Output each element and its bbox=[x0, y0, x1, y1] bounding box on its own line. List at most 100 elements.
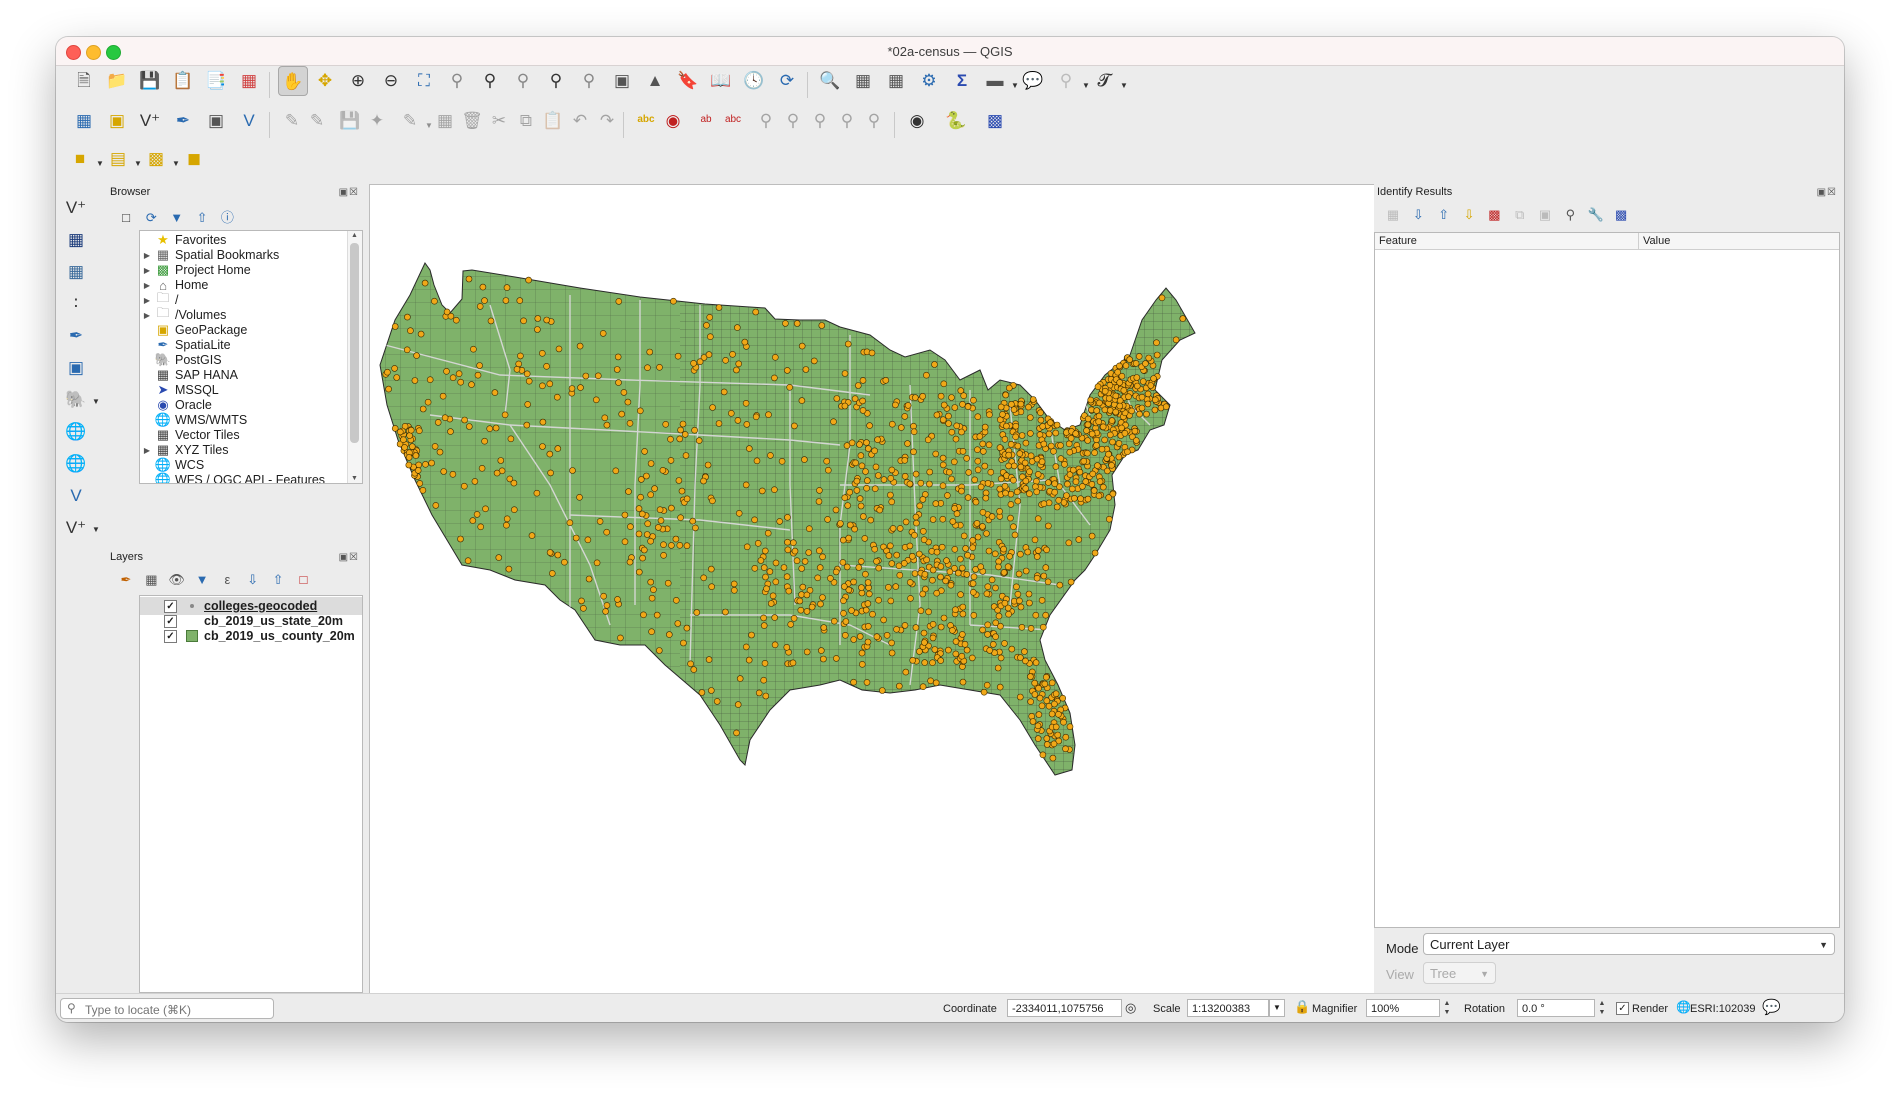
college-point[interactable] bbox=[505, 565, 513, 573]
college-point[interactable] bbox=[546, 380, 554, 388]
college-point[interactable] bbox=[624, 398, 632, 406]
college-point[interactable] bbox=[683, 495, 691, 503]
help-icon[interactable]: ▩ bbox=[1610, 207, 1632, 223]
college-point[interactable] bbox=[782, 320, 789, 327]
college-point[interactable] bbox=[1099, 423, 1107, 431]
college-point[interactable] bbox=[733, 324, 741, 331]
college-point[interactable] bbox=[911, 531, 918, 539]
college-point[interactable] bbox=[1066, 723, 1074, 731]
college-point[interactable] bbox=[924, 436, 932, 444]
college-point[interactable] bbox=[1094, 383, 1102, 390]
college-point[interactable] bbox=[727, 410, 735, 417]
college-point[interactable] bbox=[596, 518, 604, 525]
college-point[interactable] bbox=[1052, 690, 1060, 698]
college-point[interactable] bbox=[857, 502, 865, 510]
rotation-stepper[interactable]: ▲ ▼ bbox=[1597, 999, 1607, 1017]
college-point[interactable] bbox=[404, 313, 411, 321]
college-point[interactable] bbox=[760, 614, 767, 622]
college-point[interactable] bbox=[979, 523, 986, 530]
college-point[interactable] bbox=[888, 649, 896, 657]
browser-scrollbar[interactable]: ▲ ▼ bbox=[347, 231, 362, 483]
college-point[interactable] bbox=[910, 428, 918, 435]
college-point[interactable] bbox=[679, 420, 687, 428]
college-point[interactable] bbox=[1144, 390, 1152, 398]
college-point[interactable] bbox=[938, 543, 946, 551]
college-point[interactable] bbox=[1126, 356, 1134, 363]
college-point[interactable] bbox=[803, 591, 811, 599]
college-point[interactable] bbox=[958, 428, 965, 436]
college-point[interactable] bbox=[931, 361, 938, 368]
college-point[interactable] bbox=[1158, 294, 1166, 302]
save-project-icon[interactable]: 💾 bbox=[136, 66, 164, 94]
college-point[interactable] bbox=[543, 363, 550, 370]
college-point[interactable] bbox=[407, 327, 414, 334]
college-point[interactable] bbox=[929, 576, 936, 584]
college-point[interactable] bbox=[401, 444, 408, 451]
college-point[interactable] bbox=[1114, 368, 1122, 376]
college-point[interactable] bbox=[696, 358, 704, 365]
college-point[interactable] bbox=[863, 679, 871, 686]
college-point[interactable] bbox=[1143, 410, 1150, 418]
college-point[interactable] bbox=[904, 402, 912, 409]
zoom-out-icon[interactable]: ⊖ bbox=[377, 66, 405, 94]
college-point[interactable] bbox=[1122, 362, 1130, 369]
college-point[interactable] bbox=[917, 479, 925, 487]
college-point[interactable] bbox=[810, 357, 818, 365]
college-point[interactable] bbox=[889, 525, 897, 532]
college-point[interactable] bbox=[1015, 570, 1023, 578]
zoom-to-selection-icon[interactable]: ⚲ bbox=[443, 66, 471, 94]
new-map-view-icon[interactable]: ▣ bbox=[608, 66, 636, 94]
us-county-map[interactable] bbox=[370, 185, 1374, 994]
college-point[interactable] bbox=[1007, 490, 1015, 498]
college-point[interactable] bbox=[1001, 436, 1009, 443]
college-point[interactable] bbox=[1031, 536, 1039, 544]
college-point[interactable] bbox=[895, 682, 903, 690]
college-point[interactable] bbox=[1179, 315, 1187, 322]
college-point[interactable] bbox=[1101, 436, 1108, 444]
college-point[interactable] bbox=[1049, 754, 1057, 762]
college-point[interactable] bbox=[405, 454, 413, 461]
processing-toolbox-icon[interactable]: ⚙ bbox=[915, 66, 943, 94]
college-point[interactable] bbox=[745, 445, 753, 452]
college-point[interactable] bbox=[1034, 471, 1042, 478]
college-point[interactable] bbox=[1162, 403, 1170, 410]
college-point[interactable] bbox=[873, 557, 880, 565]
college-point[interactable] bbox=[1095, 492, 1103, 500]
college-point[interactable] bbox=[670, 297, 677, 305]
deselect-all-icon[interactable]: ▩ bbox=[142, 144, 170, 172]
rotate-label-icon[interactable]: ⚲ bbox=[806, 106, 834, 134]
add-mesh-layer-icon[interactable]: ▦ bbox=[62, 257, 90, 285]
college-point[interactable] bbox=[767, 452, 774, 459]
college-point[interactable] bbox=[1133, 382, 1141, 390]
college-point[interactable] bbox=[674, 352, 682, 360]
college-point[interactable] bbox=[641, 448, 648, 455]
view-select[interactable]: Tree ▼ bbox=[1423, 962, 1496, 984]
college-point[interactable] bbox=[473, 511, 481, 518]
college-point[interactable] bbox=[400, 436, 407, 443]
college-point[interactable] bbox=[751, 516, 758, 524]
college-point[interactable] bbox=[875, 596, 882, 604]
college-point[interactable] bbox=[917, 607, 925, 615]
college-point[interactable] bbox=[603, 602, 611, 609]
college-point[interactable] bbox=[1106, 407, 1114, 414]
college-point[interactable] bbox=[572, 534, 580, 542]
college-point[interactable] bbox=[434, 419, 442, 426]
college-point[interactable] bbox=[523, 421, 531, 429]
college-point[interactable] bbox=[945, 468, 953, 476]
college-point[interactable] bbox=[969, 544, 977, 552]
college-point[interactable] bbox=[859, 513, 867, 520]
college-point[interactable] bbox=[1041, 680, 1049, 688]
college-point[interactable] bbox=[886, 542, 894, 550]
college-point[interactable] bbox=[1105, 395, 1113, 402]
college-point[interactable] bbox=[576, 493, 583, 501]
college-point[interactable] bbox=[1029, 396, 1037, 403]
college-point[interactable] bbox=[1046, 419, 1054, 426]
college-point[interactable] bbox=[767, 600, 775, 607]
scale-dropdown-chevron-icon[interactable]: ▼ bbox=[1269, 999, 1285, 1017]
college-point[interactable] bbox=[1022, 567, 1030, 575]
college-point[interactable] bbox=[1006, 552, 1013, 560]
college-point[interactable] bbox=[428, 459, 435, 467]
college-point[interactable] bbox=[1012, 433, 1019, 441]
college-point[interactable] bbox=[665, 631, 673, 638]
college-point[interactable] bbox=[651, 485, 658, 492]
